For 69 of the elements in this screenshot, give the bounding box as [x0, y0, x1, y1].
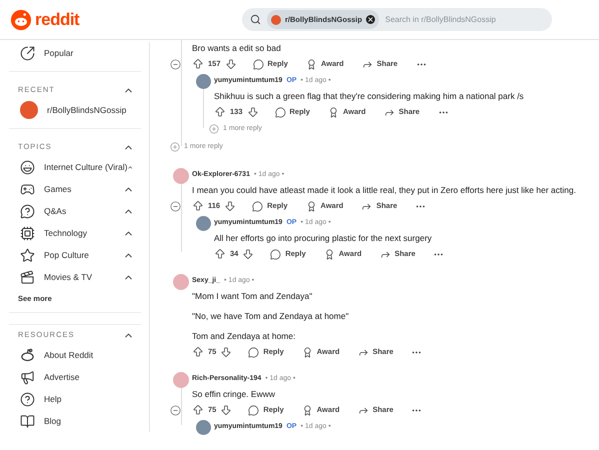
- award-ribbon-icon: [306, 58, 317, 70]
- comment-bubble-icon: [248, 346, 260, 358]
- collapse-icon[interactable]: [170, 404, 181, 416]
- upvote-icon[interactable]: [192, 404, 204, 416]
- comment-bubble-icon: [252, 200, 264, 212]
- sidebar-item[interactable]: Technology: [9, 222, 141, 244]
- expand-icon: [209, 124, 219, 134]
- upvote-icon[interactable]: [214, 106, 226, 118]
- award-ribbon-icon: [302, 404, 313, 416]
- comment-text: Bro wants a edit so bad: [192, 42, 282, 55]
- sidebar-item[interactable]: Blog: [9, 410, 141, 432]
- user-avatar[interactable]: [196, 420, 210, 435]
- comment-bubble-icon: [248, 404, 260, 416]
- sidebar-item[interactable]: Pop Culture: [9, 244, 141, 266]
- book-icon: [20, 414, 35, 428]
- help-icon: [20, 392, 35, 406]
- downvote-icon[interactable]: [224, 200, 236, 212]
- clapperboard-icon: [20, 270, 35, 284]
- comment-text: Shikhuu is such a green flag that they're considering making him a national park /s: [214, 90, 525, 103]
- sidebar-item[interactable]: r/BollyBlindsNGossip: [9, 99, 141, 121]
- downvote-icon[interactable]: [220, 346, 232, 358]
- comment-bubble-icon: [274, 106, 286, 118]
- comment-text: "No, we have Tom and Zendaya at home": [192, 310, 350, 323]
- community-avatar: [271, 14, 281, 24]
- close-icon[interactable]: [366, 15, 376, 24]
- upvote-icon[interactable]: [192, 346, 204, 358]
- trending-arrow-icon: [20, 46, 35, 60]
- user-avatar[interactable]: [196, 74, 210, 89]
- gamepad-icon: [20, 182, 35, 196]
- comment-text: I mean you could have atleast made it look a little real, they put in Zero efforts here just like her acting.: [192, 184, 577, 197]
- alien-head-icon: [20, 348, 35, 362]
- sidebar-item[interactable]: Movies & TV: [9, 266, 141, 288]
- sidebar-item[interactable]: Popular: [9, 42, 141, 64]
- comment-text: So effin cringe. Ewww: [192, 388, 276, 401]
- upvote-icon[interactable]: [192, 58, 204, 70]
- smiley-icon: [20, 160, 35, 174]
- chip-icon: [20, 226, 35, 240]
- sidebar-item[interactable]: About Reddit: [9, 344, 141, 366]
- sidebar-item[interactable]: Q&As: [9, 200, 141, 222]
- collapse-icon[interactable]: [170, 200, 181, 212]
- collapse-icon[interactable]: [170, 58, 181, 70]
- award-ribbon-icon: [328, 106, 339, 118]
- comment-text: Tom and Zendaya at home:: [192, 330, 296, 343]
- megaphone-icon: [20, 370, 35, 384]
- upvote-icon[interactable]: [192, 200, 204, 212]
- comment-bubble-icon: [270, 248, 282, 260]
- sidebar-item[interactable]: Games: [9, 178, 141, 200]
- search-input[interactable]: Search in r/BollyBlindsNGossip: [385, 14, 544, 26]
- sidebar-item[interactable]: Internet Culture (Viral): [9, 156, 141, 178]
- sidebar-item[interactable]: Advertise: [9, 366, 141, 388]
- award-ribbon-icon: [302, 346, 313, 358]
- downvote-icon[interactable]: [224, 58, 237, 70]
- question-bubble-icon: [20, 204, 35, 218]
- upvote-icon[interactable]: [214, 248, 226, 260]
- search-icon: [250, 14, 261, 25]
- alien-head-icon: [10, 8, 32, 30]
- star-icon: [20, 248, 35, 262]
- user-avatar[interactable]: [196, 216, 210, 231]
- comment-text: "Mom I want Tom and Zendaya": [192, 290, 314, 303]
- expand-icon: [170, 142, 180, 152]
- downvote-icon[interactable]: [220, 404, 232, 416]
- comment-text: All her efforts go into procuring plastic for the next surgery: [214, 232, 433, 245]
- community-avatar: [20, 101, 38, 119]
- sidebar-item[interactable]: Help: [9, 388, 141, 410]
- award-ribbon-icon: [306, 200, 317, 212]
- award-ribbon-icon: [324, 248, 335, 260]
- downvote-icon[interactable]: [242, 248, 254, 260]
- comment-bubble-icon: [252, 58, 264, 70]
- downvote-icon[interactable]: [246, 106, 259, 118]
